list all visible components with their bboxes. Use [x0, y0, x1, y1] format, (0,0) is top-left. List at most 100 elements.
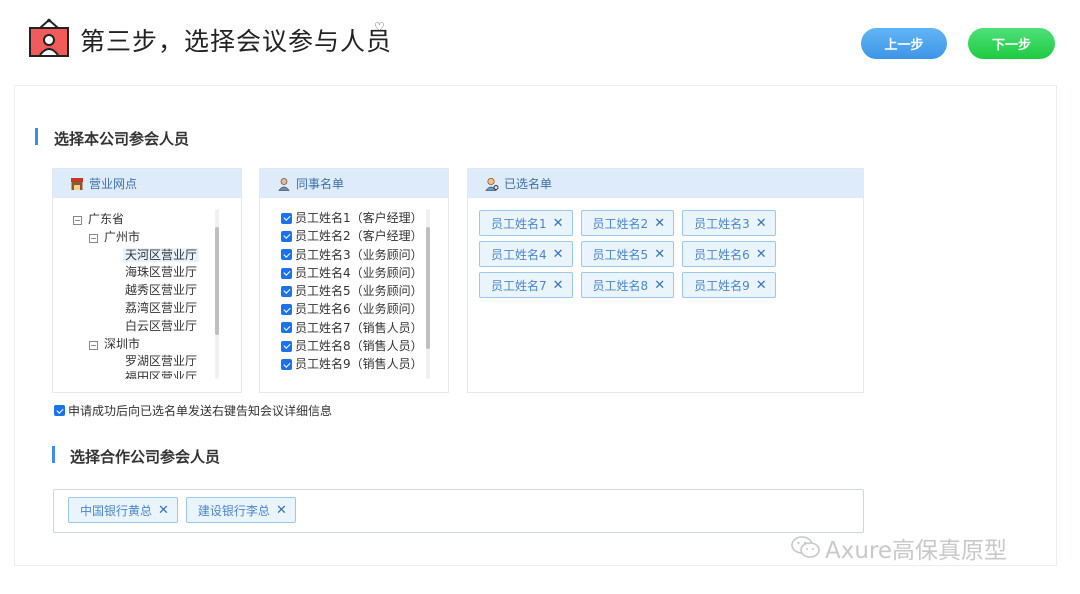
colleague-item[interactable]: 员工姓名7（销售人员）	[281, 319, 423, 337]
tag-label: 建设银行李总	[197, 503, 270, 518]
partner-selection-box[interactable]: 中国银行黄总 ✕ 建设银行李总 ✕	[53, 489, 864, 533]
remove-icon[interactable]: ✕	[276, 503, 287, 518]
tag-label: 员工姓名2	[592, 216, 649, 231]
checkbox-checked[interactable]	[281, 249, 292, 261]
checkbox-checked[interactable]	[281, 359, 292, 371]
partner-tag: 中国银行黄总 ✕	[68, 497, 178, 523]
user-search-icon	[485, 177, 499, 191]
section-title-company: 选择本公司参会人员	[54, 130, 190, 148]
colleague-item[interactable]: 员工姓名9（销售人员）	[281, 355, 423, 373]
selected-tag: 员工姓名1 ✕	[479, 210, 573, 236]
notify-option[interactable]: 申请成功后向已选名单发送右键告知会议详细信息	[54, 402, 332, 419]
checkbox-checked[interactable]	[281, 212, 292, 224]
colleagues-panel: 同事名单 员工姓名1（客户经理） 员工姓名2（客户经理） 员工姓名3（业务顾问）…	[259, 168, 449, 393]
branch-tree-scrollbar[interactable]	[215, 209, 219, 379]
colleague-item[interactable]: 员工姓名2（客户经理）	[281, 227, 423, 245]
tree-node-luohu[interactable]: 罗湖区营业厅	[73, 353, 199, 371]
colleague-item[interactable]: 员工姓名5（业务顾问）	[281, 282, 423, 300]
checkbox-checked[interactable]	[281, 340, 292, 352]
colleague-item[interactable]: 员工姓名1（客户经理）	[281, 209, 423, 227]
colleague-item[interactable]: 员工姓名6（业务顾问）	[281, 300, 423, 318]
tree-node-futian[interactable]: 福田区营业厅	[73, 371, 199, 379]
tree-node-label: 广州市	[104, 229, 141, 244]
remove-icon[interactable]: ✕	[654, 247, 665, 262]
checkbox-checked[interactable]	[281, 267, 292, 279]
branches-panel-title: 营业网点	[89, 177, 138, 191]
checkbox-checked[interactable]	[281, 285, 292, 297]
section-title-partner: 选择合作公司参会人员	[70, 448, 221, 466]
colleague-name: 员工姓名8（销售人员）	[295, 339, 423, 354]
tag-label: 员工姓名3	[694, 216, 750, 231]
colleague-item[interactable]: 员工姓名4（业务顾问）	[281, 264, 423, 282]
tag-label: 中国银行黄总	[80, 503, 153, 518]
colleague-item[interactable]: 员工姓名8（销售人员）	[281, 337, 423, 355]
partner-tag-list: 中国银行黄总 ✕ 建设银行李总 ✕	[68, 497, 296, 523]
next-step-button[interactable]: 下一步	[968, 28, 1055, 59]
remove-icon[interactable]: ✕	[654, 216, 665, 231]
tree-node-guangzhou[interactable]: − 广州市	[73, 229, 199, 247]
colleague-name: 员工姓名1（客户经理）	[295, 211, 423, 225]
tree-node-label: 荔湾区营业厅	[125, 300, 198, 315]
selected-tag-list: 员工姓名1 ✕ 员工姓名2 ✕ 员工姓名3 ✕ 员工姓名4 ✕ 员工姓名5 ✕ 员工姓名6…	[479, 210, 859, 298]
tree-node-haizhu[interactable]: 海珠区营业厅	[73, 264, 199, 282]
tree-node-yuexiu[interactable]: 越秀区营业厅	[73, 282, 199, 300]
checkbox-checked[interactable]	[281, 322, 292, 334]
tree-node-tianhe[interactable]: 天河区营业厅	[73, 247, 200, 265]
selected-tag: 员工姓名4 ✕	[479, 241, 573, 267]
tree-node-shenzhen[interactable]: − 深圳市	[73, 336, 199, 354]
colleague-list-scrollbar[interactable]	[426, 209, 430, 379]
section-accent-bar	[35, 128, 38, 145]
tag-label: 员工姓名6	[694, 247, 750, 262]
selected-tag: 员工姓名2 ✕	[580, 210, 675, 236]
page-title: 第三步，选择会议参与人员	[80, 27, 393, 56]
checkbox-checked[interactable]	[281, 304, 292, 316]
person-icon	[278, 177, 290, 191]
remove-icon[interactable]: ✕	[654, 278, 665, 293]
prev-step-button[interactable]: 上一步	[861, 28, 947, 59]
colleague-list: 员工姓名1（客户经理） 员工姓名2（客户经理） 员工姓名3（业务顾问） 员工姓名…	[281, 209, 423, 374]
tree-node-label: 福田区营业厅	[125, 371, 198, 380]
remove-icon[interactable]: ✕	[553, 278, 564, 293]
tree-node-guangdong[interactable]: − 广东省	[73, 211, 199, 229]
colleague-name: 员工姓名2（客户经理）	[295, 229, 423, 244]
colleagues-panel-header: 同事名单	[260, 169, 448, 198]
selected-panel: 已选名单 员工姓名1 ✕ 员工姓名2 ✕ 员工姓名3 ✕ 员工姓名4 ✕ 员工姓名5 ✕ …	[467, 168, 864, 393]
colleague-item[interactable]: 员工姓名3（业务顾问）	[281, 246, 423, 264]
scrollbar-thumb[interactable]	[426, 227, 430, 349]
selected-tag: 员工姓名9 ✕	[682, 272, 776, 298]
colleague-name: 员工姓名9（销售人员）	[295, 357, 423, 372]
selected-panel-title: 已选名单	[504, 177, 553, 191]
remove-icon[interactable]: ✕	[756, 216, 767, 231]
tag-label: 员工姓名7	[491, 278, 547, 293]
colleague-name: 员工姓名4（业务顾问）	[295, 265, 423, 280]
remove-icon[interactable]: ✕	[756, 278, 767, 293]
store-icon	[71, 177, 83, 190]
selected-tag: 员工姓名3 ✕	[682, 210, 776, 236]
collapse-toggle-icon[interactable]: −	[89, 233, 98, 243]
heart-decoration-icon: ♡	[374, 20, 385, 34]
tree-node-label-selected: 天河区营业厅	[123, 247, 200, 262]
remove-icon[interactable]: ✕	[158, 503, 169, 518]
branch-tree[interactable]: − 广东省 − 广州市 天河区营业厅 海珠区营业厅 越秀区营业厅 荔湾区营业厅 白云…	[73, 211, 200, 379]
section-accent-bar	[52, 446, 55, 463]
tree-node-label: 广东省	[88, 212, 125, 226]
scrollbar-thumb[interactable]	[215, 227, 219, 335]
colleagues-panel-title: 同事名单	[296, 177, 345, 191]
notify-checkbox[interactable]	[54, 405, 65, 416]
remove-icon[interactable]: ✕	[756, 247, 767, 262]
wechat-icon	[791, 536, 820, 558]
tree-node-baiyun[interactable]: 白云区营业厅	[73, 318, 199, 336]
tag-label: 员工姓名8	[592, 278, 649, 293]
tree-node-liwan[interactable]: 荔湾区营业厅	[73, 300, 199, 318]
watermark: Axure高保真原型	[791, 531, 1007, 565]
tag-label: 员工姓名9	[694, 278, 750, 293]
selected-tag: 员工姓名6 ✕	[682, 241, 776, 267]
selected-tag: 员工姓名8 ✕	[580, 272, 675, 298]
remove-icon[interactable]: ✕	[553, 247, 564, 262]
colleague-name: 员工姓名3（业务顾问）	[295, 247, 423, 262]
collapse-toggle-icon[interactable]: −	[89, 340, 98, 350]
remove-icon[interactable]: ✕	[553, 216, 564, 231]
tree-node-label: 海珠区营业厅	[125, 265, 198, 280]
checkbox-checked[interactable]	[281, 230, 292, 242]
collapse-toggle-icon[interactable]: −	[73, 216, 82, 225]
